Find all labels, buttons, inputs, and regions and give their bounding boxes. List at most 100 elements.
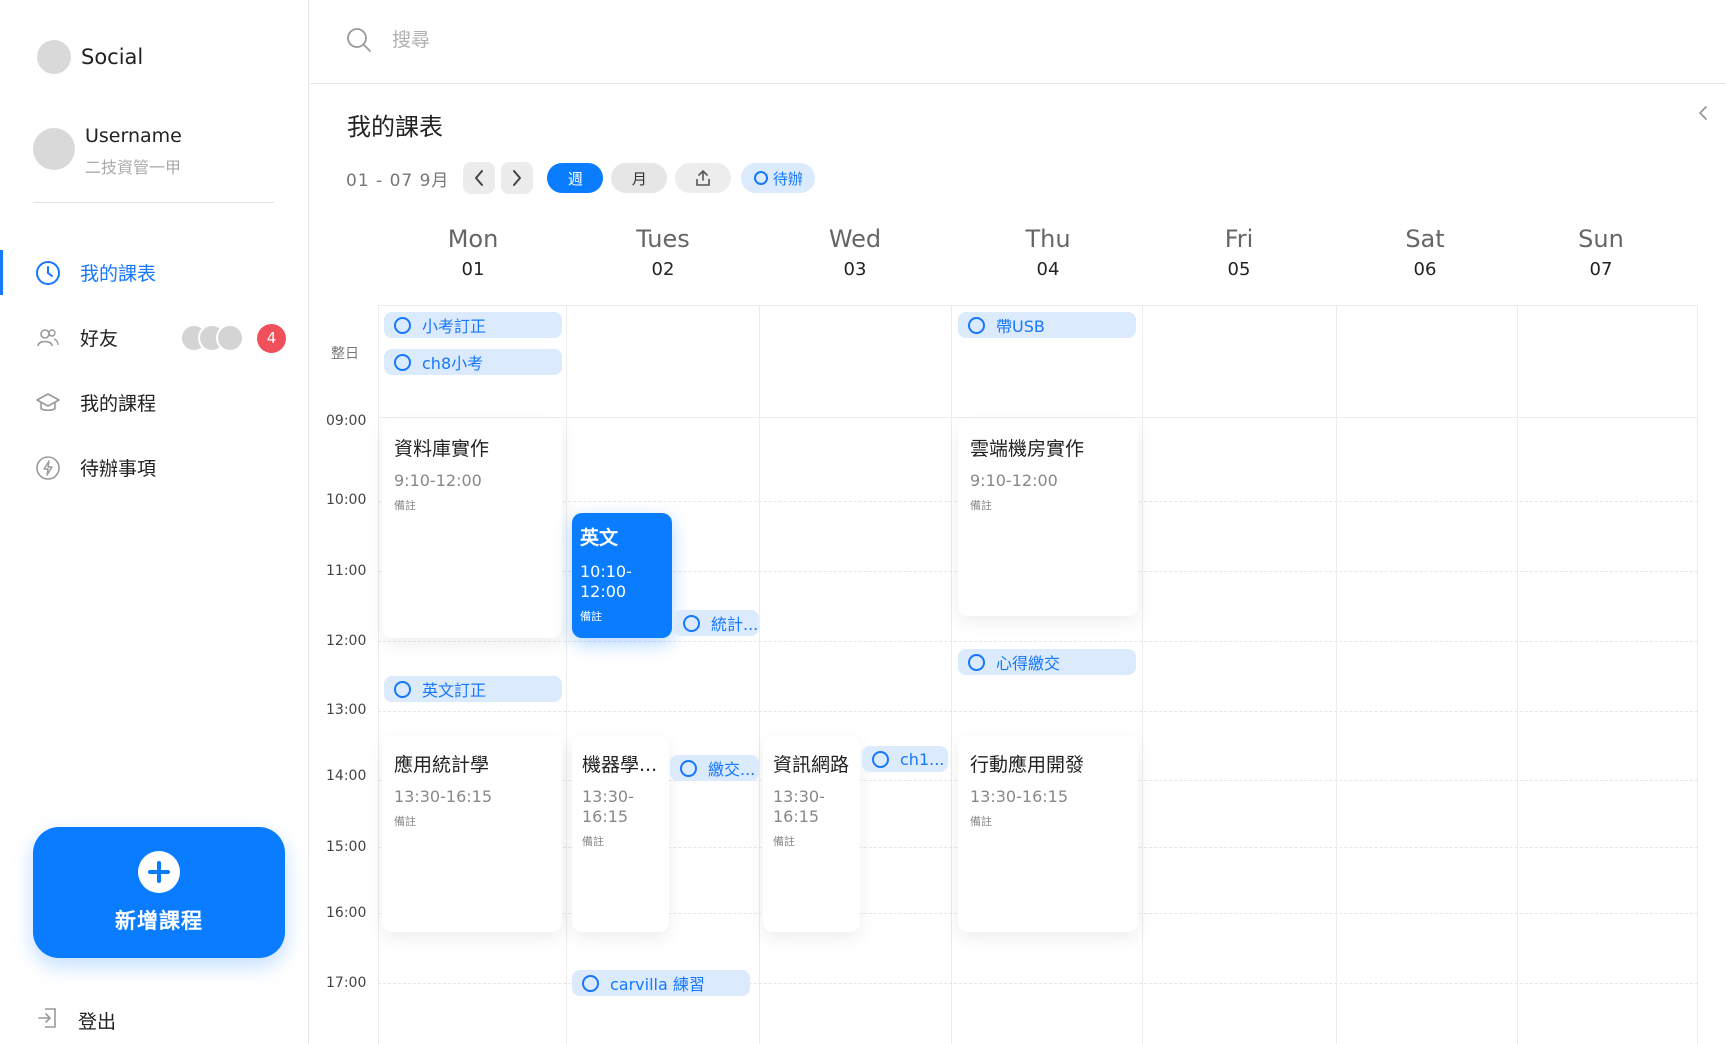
course-title: 資訊網路 <box>773 754 850 776</box>
todo-chip[interactable]: ch1... <box>862 746 948 772</box>
todo-label: carvilla 練習 <box>610 975 705 994</box>
todo-chip[interactable]: 帶USB <box>958 312 1136 338</box>
day-name: Thu <box>1025 225 1071 253</box>
checkbox-circle-icon[interactable] <box>968 316 985 334</box>
collapse-button[interactable] <box>1695 101 1711 125</box>
course-time: 9:10-12:00 <box>970 471 1058 490</box>
course-title: 英文 <box>580 527 619 549</box>
course-card[interactable]: 應用統計學 13:30-16:15 備註 <box>382 736 562 932</box>
course-note: 備註 <box>970 499 992 512</box>
course-card[interactable]: 資訊網路 13:30-16:15 備註 <box>763 736 860 932</box>
all-day-label: 整日 <box>331 346 359 362</box>
day-number: 05 <box>1227 259 1251 280</box>
time-label: 17:00 <box>326 975 367 991</box>
course-note: 備註 <box>394 499 416 512</box>
checkbox-circle-icon[interactable] <box>394 316 411 334</box>
month-view-button[interactable]: 月 <box>611 163 668 193</box>
course-card[interactable]: 資料庫實作 9:10-12:00 備註 <box>382 420 562 638</box>
time-label: 14:00 <box>326 768 367 784</box>
course-note: 備註 <box>582 835 604 848</box>
logout-button[interactable]: 登出 <box>36 1006 116 1034</box>
todo-filter-button[interactable]: 待辦 <box>741 163 816 193</box>
share-button[interactable] <box>675 163 732 193</box>
todo-label: ch1... <box>900 749 945 769</box>
course-card[interactable]: 雲端機房實作 9:10-12:00 備註 <box>958 420 1138 616</box>
sidebar-item-label: 我的課表 <box>80 263 157 285</box>
course-card[interactable]: 行動應用開發 13:30-16:15 備註 <box>958 736 1138 932</box>
sidebar-item-todo[interactable]: 待辦事項 <box>0 435 309 500</box>
todo-label: 統計... <box>711 615 759 634</box>
avatar <box>33 128 75 170</box>
sidebar-nav: 我的課表 好友 4 我的課程 待辦事項 <box>0 240 309 500</box>
course-title: 機器學... <box>582 754 658 776</box>
todo-label: 繳交... <box>708 760 756 779</box>
checkbox-circle-icon[interactable] <box>394 680 411 698</box>
clock-icon <box>34 259 62 287</box>
time-label: 12:00 <box>326 633 367 649</box>
chevron-left-icon <box>1699 106 1707 120</box>
checkbox-circle-icon[interactable] <box>680 759 697 777</box>
todo-chip[interactable]: 統計... <box>673 610 759 636</box>
course-time: 9:10-12:00 <box>394 471 482 490</box>
checkbox-circle-icon[interactable] <box>582 974 599 992</box>
users-icon <box>34 324 62 352</box>
checkbox-circle-icon[interactable] <box>394 353 411 371</box>
day-number: 02 <box>651 259 675 280</box>
day-header-sun: Sun 07 <box>1541 225 1661 280</box>
checkbox-circle-icon[interactable] <box>872 750 889 768</box>
friend-count-badge: 4 <box>257 324 286 353</box>
time-label: 10:00 <box>326 492 367 508</box>
todo-filter-label: 待辦 <box>772 169 803 188</box>
course-time: 13:30-16:15 <box>582 787 634 826</box>
sidebar-item-label: 待辦事項 <box>80 458 157 480</box>
sidebar-item-courses[interactable]: 我的課程 <box>0 370 309 435</box>
day-header-thu: Thu 04 <box>988 225 1108 280</box>
sidebar-item-label: 好友 <box>80 328 119 350</box>
day-number: 03 <box>843 259 867 280</box>
add-course-button[interactable]: 新增課程 <box>33 827 285 958</box>
user-class: 二技資管一甲 <box>85 158 182 177</box>
course-time: 13:30-16:15 <box>394 787 492 806</box>
course-time: 13:30-16:15 <box>970 787 1068 806</box>
sidebar-divider <box>33 202 274 203</box>
course-card[interactable]: 機器學... 13:30-16:15 備註 <box>572 736 669 932</box>
checkbox-circle-icon[interactable] <box>968 653 985 671</box>
course-note: 備註 <box>773 835 795 848</box>
todo-chip[interactable]: 小考訂正 <box>384 312 562 338</box>
todo-chip[interactable]: 繳交... <box>670 755 759 781</box>
next-week-button[interactable] <box>501 162 534 194</box>
day-header-wed: Wed 03 <box>795 225 915 280</box>
sidebar-item-friends[interactable]: 好友 4 <box>0 305 309 370</box>
prev-week-button[interactable] <box>463 162 496 194</box>
time-label: 13:00 <box>326 702 367 718</box>
course-time: 13:30-16:15 <box>773 787 825 826</box>
todo-chip[interactable]: 英文訂正 <box>384 676 562 702</box>
course-note: 備註 <box>394 815 416 828</box>
chevron-left-icon <box>475 170 484 186</box>
brand[interactable]: Social <box>37 40 143 74</box>
todo-chip[interactable]: carvilla 練習 <box>572 970 750 996</box>
time-label: 15:00 <box>326 839 367 855</box>
todo-chip[interactable]: ch8小考 <box>384 349 562 375</box>
day-number: 01 <box>461 259 485 280</box>
day-name: Sat <box>1405 225 1445 253</box>
course-title: 應用統計學 <box>394 754 490 776</box>
logout-icon <box>36 1006 60 1034</box>
day-name: Fri <box>1224 225 1254 253</box>
user-profile[interactable]: Username 二技資管一甲 <box>33 124 182 178</box>
course-card-selected[interactable]: 英文 10:10-12:00 備註 <box>572 513 672 638</box>
week-view-button[interactable]: 週 <box>547 163 604 193</box>
graduation-cap-icon <box>34 389 62 417</box>
circle-icon <box>753 171 768 185</box>
checkbox-circle-icon[interactable] <box>683 614 700 632</box>
todo-label: 英文訂正 <box>422 681 487 700</box>
search-input[interactable] <box>392 22 992 58</box>
sidebar-item-schedule[interactable]: 我的課表 <box>0 240 309 305</box>
todo-chip[interactable]: 心得繳交 <box>958 649 1136 675</box>
search-bar <box>310 0 1726 84</box>
day-header-mon: Mon 01 <box>413 225 533 280</box>
search-icon <box>346 27 372 57</box>
chevron-right-icon <box>513 170 522 186</box>
brand-name: Social <box>81 45 144 69</box>
time-label: 11:00 <box>326 563 367 579</box>
